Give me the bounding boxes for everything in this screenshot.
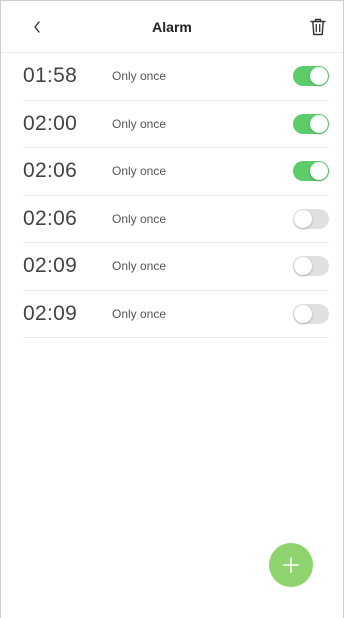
- trash-icon: [310, 18, 326, 35]
- alarm-time: 01:58: [23, 64, 78, 88]
- toggle-knob: [310, 114, 328, 133]
- alarm-repeat-label: Only once: [112, 69, 167, 84]
- alarm-time: 02:09: [23, 254, 78, 278]
- alarm-repeat-label: Only once: [112, 211, 167, 226]
- alarm-time: 02:06: [23, 159, 78, 183]
- alarm-repeat-label: Only once: [112, 306, 167, 321]
- alarm-repeat-label: Only once: [112, 116, 167, 131]
- add-alarm-button[interactable]: [269, 543, 313, 587]
- alarm-repeat-label: Only once: [112, 164, 167, 179]
- toggle-knob: [310, 67, 328, 86]
- alarm-toggle[interactable]: [293, 113, 329, 134]
- alarm-toggle[interactable]: [293, 208, 329, 229]
- alarm-row[interactable]: 01:58 Only once: [23, 53, 329, 101]
- alarm-row[interactable]: 02:09 Only once: [23, 243, 329, 291]
- alarm-screen: Alarm 01:58 Only once 02:00 Only once 02:06 O…: [0, 0, 344, 618]
- alarm-toggle[interactable]: [293, 303, 329, 324]
- delete-button[interactable]: [307, 15, 329, 39]
- alarm-repeat-label: Only once: [112, 259, 167, 274]
- alarm-list: 01:58 Only once 02:00 Only once 02:06 Only on…: [1, 53, 343, 338]
- back-button[interactable]: [25, 15, 49, 39]
- chevron-left-icon: [34, 20, 40, 33]
- toggle-knob: [310, 162, 328, 181]
- alarm-row[interactable]: 02:00 Only once: [23, 101, 329, 148]
- toggle-knob: [294, 304, 312, 323]
- alarm-toggle[interactable]: [293, 66, 329, 87]
- alarm-toggle[interactable]: [293, 256, 329, 277]
- alarm-time: 02:09: [23, 301, 78, 325]
- alarm-row[interactable]: 02:06 Only once: [23, 196, 329, 243]
- page-title: Alarm: [152, 18, 192, 35]
- alarm-time: 02:00: [23, 111, 78, 135]
- alarm-row[interactable]: 02:06 Only once: [23, 148, 329, 196]
- plus-icon: [283, 557, 299, 573]
- alarm-toggle[interactable]: [293, 161, 329, 182]
- toggle-knob: [294, 257, 312, 276]
- alarm-time: 02:06: [23, 206, 78, 230]
- toggle-knob: [294, 209, 312, 228]
- alarm-row[interactable]: 02:09 Only once: [23, 291, 329, 338]
- header: Alarm: [1, 1, 343, 53]
